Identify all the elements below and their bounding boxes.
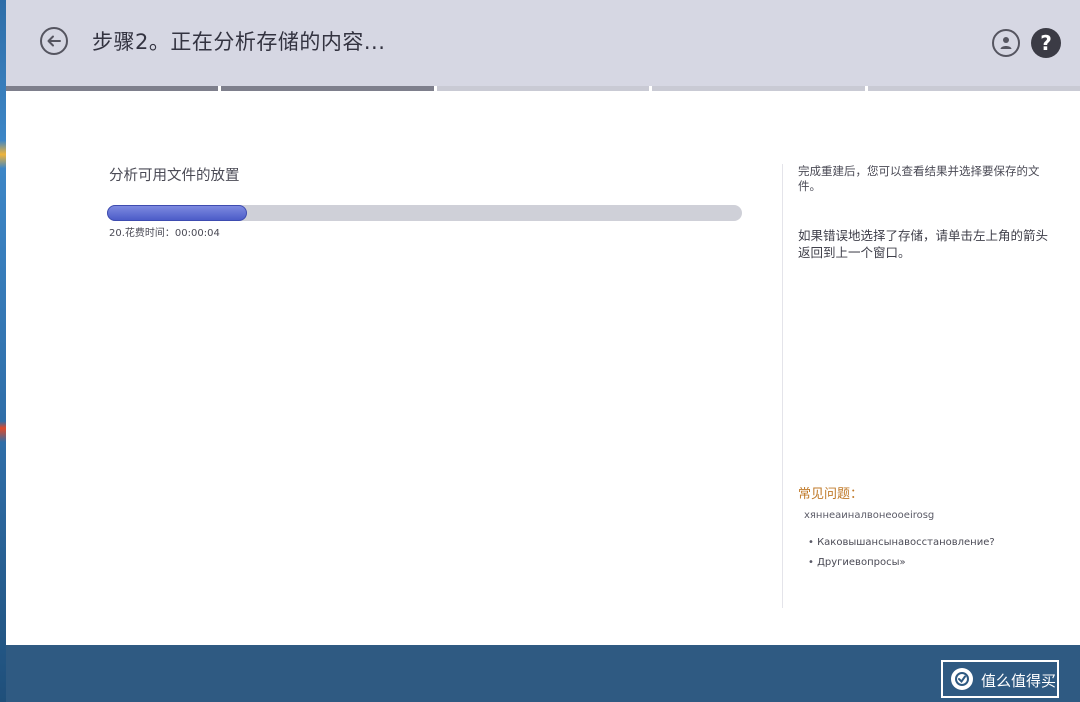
account-button[interactable] xyxy=(992,29,1020,57)
help-button[interactable]: ? xyxy=(1031,28,1061,58)
step-segment-5 xyxy=(867,86,1080,91)
faq-link-other-questions[interactable]: Другиевопросы» xyxy=(808,553,995,573)
page-title: 步骤2。正在分析存储的内容... xyxy=(92,30,386,54)
analysis-progress-bar xyxy=(107,205,742,221)
sidebar-note-results: 完成重建后，您可以查看结果并选择要保存的文件。 xyxy=(798,164,1040,193)
footer-bar: 值么值得买 xyxy=(6,645,1080,702)
info-sidebar: 完成重建后，您可以查看结果并选择要保存的文件。 如果错误地选择了存储，请单击左上… xyxy=(798,164,1060,260)
task-label: 分析可用文件的放置 xyxy=(109,168,240,184)
main-panel: 分析可用文件的放置 20.花费时间：00:00:04 xyxy=(6,91,782,645)
faq-link-recovery-chances[interactable]: Каковышансынавосстановление? xyxy=(808,533,995,553)
arrow-left-icon xyxy=(47,35,61,47)
progress-status-text: 20.花费时间：00:00:04 xyxy=(109,228,220,239)
faq-list: Каковышансынавосстановление? Другиевопро… xyxy=(808,533,995,573)
header-bar: 步骤2。正在分析存储的内容... ? xyxy=(6,0,1080,86)
sidebar-divider xyxy=(782,164,783,608)
faq-title: 常见问题： xyxy=(798,487,864,502)
faq-subtitle: хяннеаиналвонеооeirosg xyxy=(804,510,935,521)
analysis-progress-fill xyxy=(107,205,247,221)
back-button[interactable] xyxy=(40,27,68,55)
watermark-badge: 值么值得买 xyxy=(941,660,1059,698)
user-icon xyxy=(1000,37,1012,49)
sidebar-note-back: 如果错误地选择了存储，请单击左上角的箭头返回到上一个窗口。 xyxy=(798,228,1049,260)
logo-icon xyxy=(951,668,973,690)
recovery-app-window: 步骤2。正在分析存储的内容... ? 分析可用文件的放置 20.花费时间：00:… xyxy=(6,0,1080,702)
watermark-text: 值么值得买 xyxy=(981,672,1057,690)
